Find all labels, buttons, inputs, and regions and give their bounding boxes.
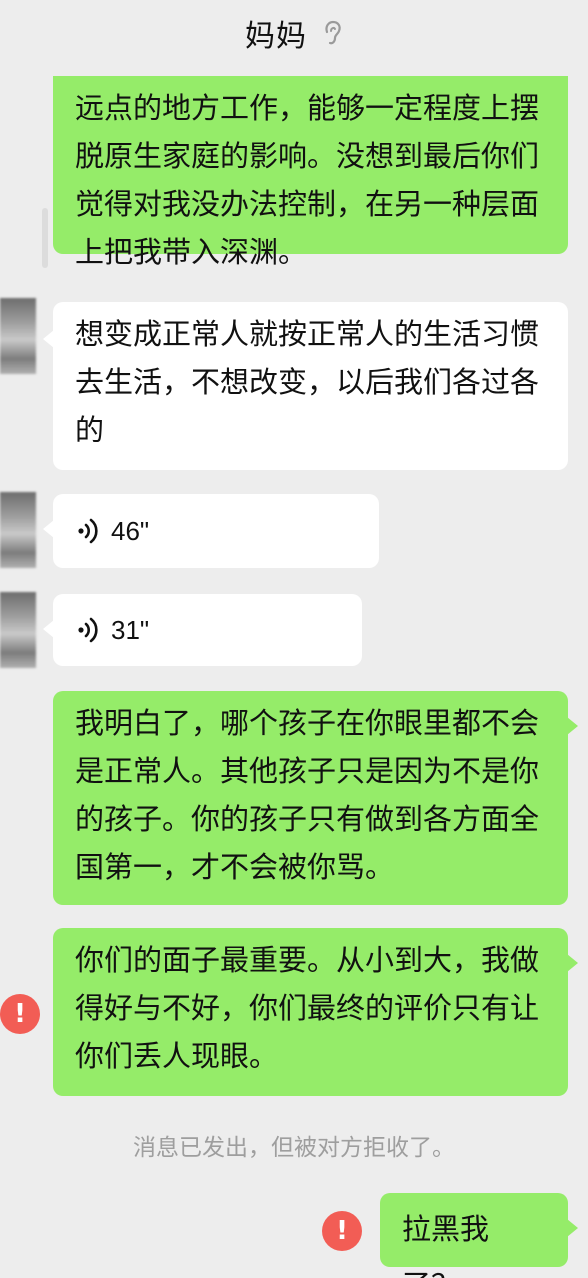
send-failed-icon[interactable]: !: [0, 994, 40, 1034]
message-bubble-sent[interactable]: 你们的面子最重要。从小到大，我做得好与不好，你们最终的评价只有让你们丢人现眼。: [53, 928, 578, 1096]
avatar[interactable]: [0, 298, 36, 374]
message-bubble-sent[interactable]: 远点的地方工作，能够一定程度上摆脱原生家庭的影响。没想到最后你们觉得对我没办法控…: [53, 76, 568, 269]
voice-message[interactable]: 31": [43, 594, 362, 666]
message-text: 我明白了，哪个孩子在你眼里都不会是正常人。其他孩子只是因为不是你的孩子。你的孩子…: [75, 706, 540, 884]
contact-name[interactable]: 妈妈: [245, 11, 307, 55]
message-text: 你们的面子最重要。从小到大，我做得好与不好，你们最终的评价只有让你们丢人现眼。: [75, 943, 540, 1073]
message-bubble-sent[interactable]: 拉黑我了？: [380, 1193, 578, 1278]
message-list[interactable]: 远点的地方工作，能够一定程度上摆脱原生家庭的影响。没想到最后你们觉得对我没办法控…: [0, 0, 588, 1278]
avatar[interactable]: [0, 592, 36, 668]
voice-message[interactable]: 46": [43, 494, 379, 568]
system-note: 消息已发出，但被对方拒收了。: [133, 1135, 455, 1161]
voice-duration: 31": [111, 615, 150, 645]
voice-duration: 46": [111, 516, 150, 546]
chat-header: 妈妈: [0, 0, 588, 66]
message-bubble-sent[interactable]: 我明白了，哪个孩子在你眼里都不会是正常人。其他孩子只是因为不是你的孩子。你的孩子…: [53, 691, 578, 905]
voice-wave-icon: [78, 617, 98, 643]
avatar[interactable]: [0, 492, 36, 568]
message-text: 远点的地方工作，能够一定程度上摆脱原生家庭的影响。没想到最后你们觉得对我没办法控…: [75, 91, 540, 269]
voice-wave-icon: [78, 518, 98, 544]
send-failed-icon[interactable]: !: [322, 1211, 362, 1251]
message-bubble-received[interactable]: 想变成正常人就按正常人的生活习惯去生活，不想改变，以后我们各过各的: [43, 302, 568, 470]
message-text: 拉黑我了？: [402, 1212, 490, 1278]
message-text: 想变成正常人就按正常人的生活习惯去生活，不想改变，以后我们各过各的: [75, 317, 540, 447]
scroll-indicator: [42, 208, 48, 268]
ear-icon: [325, 20, 341, 45]
